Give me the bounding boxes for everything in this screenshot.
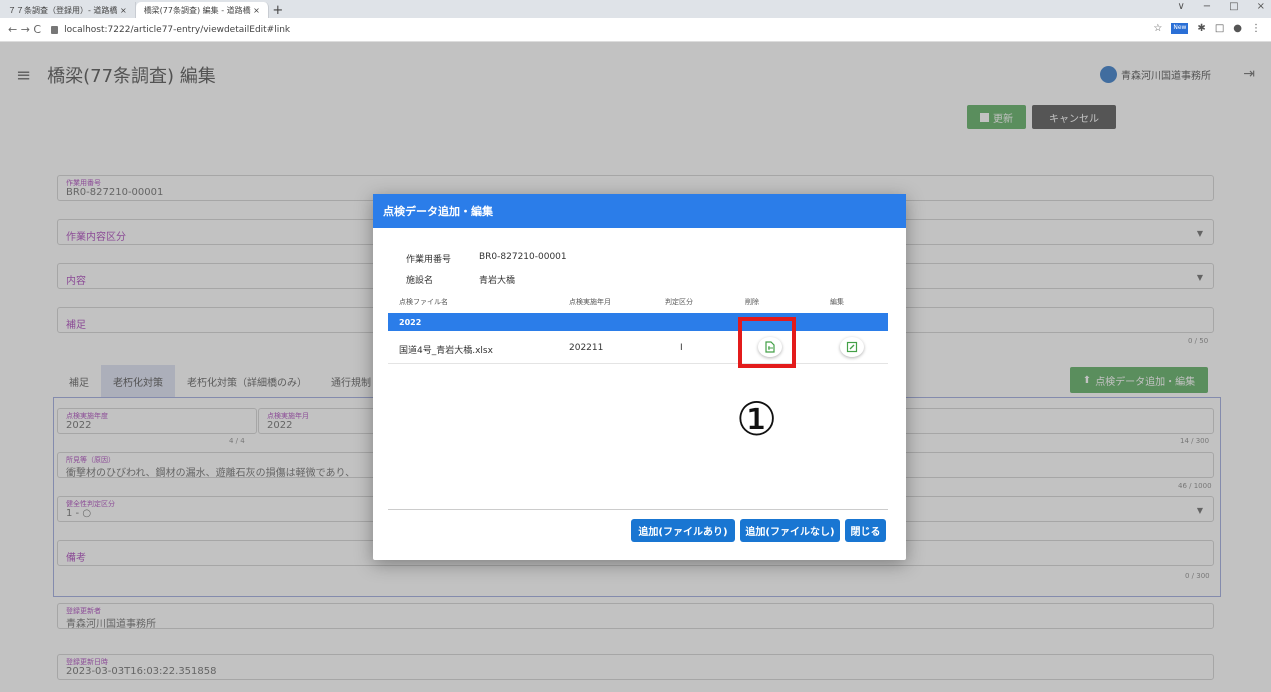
browser-tabbar: ７７条調査（登録用）- 道路橋 × 橋梁(77条調査) 編集 - 道路橋 × +… [0, 0, 1271, 18]
close-window-icon[interactable]: × [1257, 1, 1265, 12]
browser-tab-active[interactable]: 橋梁(77条調査) 編集 - 道路橋 × [135, 2, 269, 18]
add-without-file-button[interactable]: 追加(ファイルなし) [740, 519, 840, 542]
tab-search-icon[interactable]: ∨ [1177, 1, 1184, 12]
group-row-year: 2022 [388, 313, 888, 331]
url-text: localhost:7222/article77-entry/viewdetai… [64, 24, 291, 35]
minimize-icon[interactable]: − [1203, 1, 1211, 12]
dialog-title: 点検データ追加・編集 [373, 194, 906, 228]
close-dialog-button[interactable]: 閉じる [845, 519, 886, 542]
url-field[interactable]: localhost:7222/article77-entry/viewdetai… [51, 25, 290, 35]
dialog-facility-label: 施設名 [406, 276, 434, 286]
col-judgement: 判定区分 [665, 298, 693, 306]
col-file-name: 点検ファイル名 [399, 298, 448, 306]
inspection-data-dialog: 点検データ追加・編集 作業用番号 BR0-827210-00001 施設名 青岩… [373, 194, 906, 560]
inspection-date-cell: 202211 [569, 343, 604, 353]
file-name-cell: 国道4号_青岩大橋.xlsx [399, 346, 493, 356]
new-tab-button[interactable]: + [269, 2, 287, 18]
sidepanel-icon[interactable]: □ [1215, 23, 1224, 34]
col-delete: 削除 [745, 298, 759, 306]
edit-icon [846, 341, 858, 353]
step-marker: ① [736, 392, 778, 446]
extensions-bar: ☆ New ✱ □ ● ⋮ [1153, 23, 1261, 34]
add-with-file-button[interactable]: 追加(ファイルあり) [631, 519, 735, 542]
dialog-body [388, 234, 888, 510]
address-bar: ← → C localhost:7222/article77-entry/vie… [0, 18, 1271, 42]
table-row: 国道4号_青岩大橋.xlsx 202211 Ⅰ [388, 334, 888, 364]
highlight-box [738, 317, 796, 368]
new-extension-icon[interactable]: New [1171, 23, 1189, 34]
browser-tab-title: 橋梁(77条調査) 編集 - 道路橋 × [143, 5, 260, 15]
browser-tab-title: ７７条調査（登録用）- 道路橋 × [8, 5, 127, 15]
col-inspection-date: 点検実施年月 [569, 298, 611, 306]
edit-file-button[interactable] [840, 337, 864, 357]
dialog-facility-value: 青岩大橋 [479, 276, 516, 286]
more-icon[interactable]: ⋮ [1251, 23, 1261, 34]
window-controls: ∨ − □ × [1177, 1, 1265, 12]
col-edit: 編集 [830, 298, 844, 306]
judgement-cell: Ⅰ [680, 343, 683, 353]
dialog-work-number-value: BR0-827210-00001 [479, 252, 567, 262]
extension-icon[interactable]: ✱ [1197, 23, 1205, 34]
dialog-work-number-label: 作業用番号 [406, 255, 452, 265]
browser-tab[interactable]: ７７条調査（登録用）- 道路橋 × [0, 2, 136, 18]
maximize-icon[interactable]: □ [1229, 1, 1238, 12]
bookmark-icon[interactable]: ☆ [1153, 23, 1162, 34]
profile-icon[interactable]: ● [1233, 23, 1242, 34]
nav-buttons[interactable]: ← → C [8, 23, 41, 36]
table-header: 点検ファイル名 点検実施年月 判定区分 削除 編集 [388, 295, 876, 309]
lock-icon [51, 25, 59, 34]
